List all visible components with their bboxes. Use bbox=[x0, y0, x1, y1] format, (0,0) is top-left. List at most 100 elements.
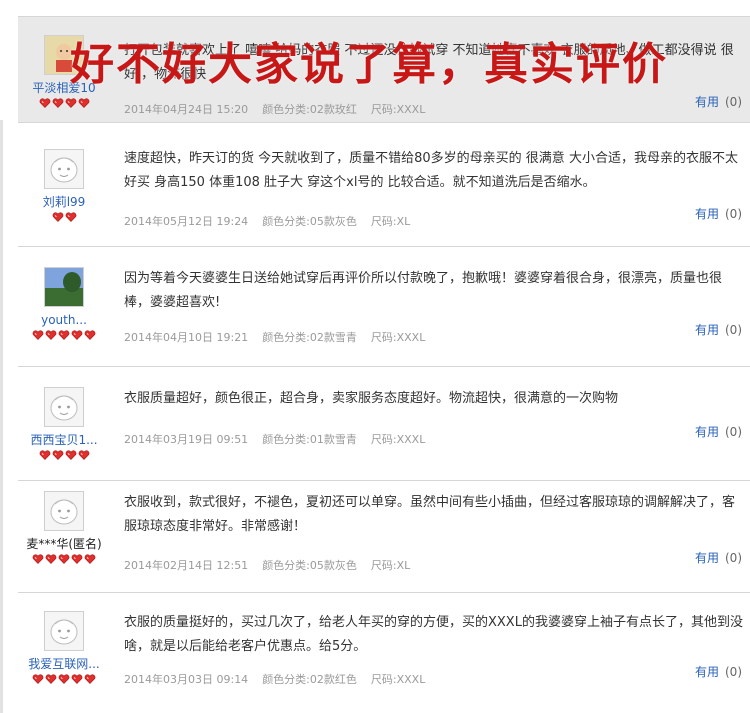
reputation-hearts bbox=[18, 330, 110, 345]
review-size: 尺码:XL bbox=[370, 215, 411, 228]
heart-icon bbox=[52, 98, 64, 108]
useful-vote: 有用 (0) bbox=[695, 321, 742, 338]
reviewer-name[interactable]: 刘莉l99 bbox=[18, 195, 110, 210]
review-color: 颜色分类:05款灰色 bbox=[262, 215, 357, 228]
avatar[interactable] bbox=[44, 491, 84, 531]
review-content: 衣服收到，款式很好，不褪色，夏初还可以单穿。虽然中间有些小插曲，但经过客服琼琼的… bbox=[124, 491, 744, 539]
reputation-hearts bbox=[18, 674, 110, 689]
useful-vote: 有用 (0) bbox=[695, 423, 742, 440]
heart-icon bbox=[65, 450, 77, 460]
review-item: 刘莉l99 速度超快，昨天订的货 今天就收到了，质量不错给80多岁的母亲买的 很满… bbox=[18, 122, 750, 246]
heart-icon bbox=[32, 330, 44, 340]
review-meta: 2014年03月19日 09:51 颜色分类:01款雪青 尺码:XXXL bbox=[124, 431, 439, 449]
review-content: 衣服质量超好，颜色很正，超合身，卖家服务态度超好。物流超快，很满意的一次购物 bbox=[124, 387, 744, 411]
useful-count: (0) bbox=[725, 323, 742, 337]
review-color: 颜色分类:01款雪青 bbox=[262, 433, 357, 446]
heart-icon bbox=[65, 212, 77, 222]
reviewer-name[interactable]: 西西宝贝1... bbox=[18, 433, 110, 448]
reviewer: 麦***华(匿名) bbox=[18, 491, 110, 569]
review-size: 尺码:XL bbox=[370, 559, 411, 572]
heart-icon bbox=[39, 98, 51, 108]
review-text: 衣服质量超好，颜色很正，超合身，卖家服务态度超好。物流超快，很满意的一次购物 bbox=[124, 391, 619, 406]
useful-vote: 有用 (0) bbox=[695, 549, 742, 566]
reputation-hearts bbox=[18, 554, 110, 569]
heart-icon bbox=[58, 330, 70, 340]
review-date: 2014年05月12日 19:24 bbox=[124, 215, 249, 228]
review-color: 颜色分类:05款灰色 bbox=[262, 559, 357, 572]
useful-vote: 有用 (0) bbox=[695, 205, 742, 222]
review-text: 速度超快，昨天订的货 今天就收到了，质量不错给80多岁的母亲买的 很满意 大小合… bbox=[124, 151, 738, 190]
reviewer-name[interactable]: 我爱互联网... bbox=[18, 657, 110, 672]
review-meta: 2014年04月10日 19:21 颜色分类:02款雪青 尺码:XXXL bbox=[124, 329, 439, 347]
review-color: 颜色分类:02款玫红 bbox=[262, 103, 357, 116]
heart-icon bbox=[45, 330, 57, 340]
review-date: 2014年04月24日 15:20 bbox=[124, 103, 249, 116]
useful-count: (0) bbox=[725, 207, 742, 221]
heart-icon bbox=[32, 674, 44, 684]
review-size: 尺码:XXXL bbox=[370, 103, 426, 116]
review-item: 我爱互联网... 衣服的质量挺好的，买过几次了，给老人年买的穿的方便，买的XXXL… bbox=[18, 592, 750, 713]
review-meta: 2014年05月12日 19:24 颜色分类:05款灰色 尺码:XL bbox=[124, 213, 424, 231]
heart-icon bbox=[84, 330, 96, 340]
review-meta: 2014年02月14日 12:51 颜色分类:05款灰色 尺码:XL bbox=[124, 557, 424, 575]
review-color: 颜色分类:02款雪青 bbox=[262, 331, 357, 344]
review-date: 2014年04月10日 19:21 bbox=[124, 331, 249, 344]
heart-icon bbox=[84, 554, 96, 564]
review-size: 尺码:XXXL bbox=[370, 433, 426, 446]
review-content: 因为等着今天婆婆生日送给她试穿后再评价所以付款晚了，抱歉哦！婆婆穿着很合身，很漂… bbox=[124, 267, 744, 315]
heart-icon bbox=[39, 450, 51, 460]
heart-icon bbox=[32, 554, 44, 564]
avatar[interactable] bbox=[44, 149, 84, 189]
useful-button[interactable]: 有用 bbox=[695, 207, 719, 221]
useful-button[interactable]: 有用 bbox=[695, 551, 719, 565]
heart-icon bbox=[71, 674, 83, 684]
reviewer: 我爱互联网... bbox=[18, 611, 110, 689]
review-item: youth... 因为等着今天婆婆生日送给她试穿后再评价所以付款晚了，抱歉哦！婆婆… bbox=[18, 246, 750, 366]
heart-icon bbox=[71, 554, 83, 564]
reviewer: youth... bbox=[18, 267, 110, 345]
review-meta: 2014年03月03日 09:14 颜色分类:02款红色 尺码:XXXL bbox=[124, 671, 439, 689]
reviewer-name: 麦***华(匿名) bbox=[26, 537, 102, 551]
review-text: 衣服的质量挺好的，买过几次了，给老人年买的穿的方便，买的XXXL的我婆婆穿上袖子… bbox=[124, 615, 743, 654]
heart-icon bbox=[78, 450, 90, 460]
avatar[interactable] bbox=[44, 387, 84, 427]
review-content: 衣服的质量挺好的，买过几次了，给老人年买的穿的方便，买的XXXL的我婆婆穿上袖子… bbox=[124, 611, 744, 659]
review-size: 尺码:XXXL bbox=[370, 331, 426, 344]
useful-button[interactable]: 有用 bbox=[695, 323, 719, 337]
reviewer: 西西宝贝1... bbox=[18, 387, 110, 465]
heart-icon bbox=[45, 554, 57, 564]
reputation-hearts bbox=[18, 212, 110, 227]
overlay-banner-title: 好不好大家说了算，真实评价 bbox=[70, 39, 668, 90]
review-color: 颜色分类:02款红色 bbox=[262, 673, 357, 686]
review-text: 衣服收到，款式很好，不褪色，夏初还可以单穿。虽然中间有些小插曲，但经过客服琼琼的… bbox=[124, 495, 736, 534]
review-content: 速度超快，昨天订的货 今天就收到了，质量不错给80多岁的母亲买的 很满意 大小合… bbox=[124, 147, 744, 195]
heart-icon bbox=[71, 330, 83, 340]
avatar[interactable] bbox=[44, 267, 84, 307]
review-size: 尺码:XXXL bbox=[370, 673, 426, 686]
review-item: 西西宝贝1... 衣服质量超好，颜色很正，超合身，卖家服务态度超好。物流超快，很满… bbox=[18, 366, 750, 480]
useful-count: (0) bbox=[725, 665, 742, 679]
useful-button[interactable]: 有用 bbox=[695, 425, 719, 439]
useful-count: (0) bbox=[725, 551, 742, 565]
review-date: 2014年03月03日 09:14 bbox=[124, 673, 249, 686]
review-list: 平淡相爱10 打开包装就喜欢上了 嘻嘻 给妈的衣服 不过还没让她试穿 不知道她喜不… bbox=[0, 0, 750, 713]
heart-icon bbox=[58, 554, 70, 564]
heart-icon bbox=[45, 674, 57, 684]
useful-count: (0) bbox=[725, 425, 742, 439]
reputation-hearts bbox=[18, 98, 110, 113]
reviewer-name[interactable]: youth... bbox=[18, 313, 110, 328]
review-item: 麦***华(匿名) 衣服收到，款式很好，不褪色，夏初还可以单穿。虽然中间有些小插曲… bbox=[18, 480, 750, 592]
heart-icon bbox=[58, 674, 70, 684]
heart-icon bbox=[52, 212, 64, 222]
heart-icon bbox=[84, 674, 96, 684]
review-meta: 2014年04月24日 15:20 颜色分类:02款玫红 尺码:XXXL bbox=[124, 101, 439, 119]
review-text: 因为等着今天婆婆生日送给她试穿后再评价所以付款晚了，抱歉哦！婆婆穿着很合身，很漂… bbox=[124, 271, 723, 310]
review-date: 2014年02月14日 12:51 bbox=[124, 559, 249, 572]
avatar[interactable] bbox=[44, 611, 84, 651]
reputation-hearts bbox=[18, 450, 110, 465]
useful-vote: 有用 (0) bbox=[695, 663, 742, 680]
useful-button[interactable]: 有用 bbox=[695, 665, 719, 679]
reviewer: 刘莉l99 bbox=[18, 149, 110, 227]
review-date: 2014年03月19日 09:51 bbox=[124, 433, 249, 446]
heart-icon bbox=[52, 450, 64, 460]
